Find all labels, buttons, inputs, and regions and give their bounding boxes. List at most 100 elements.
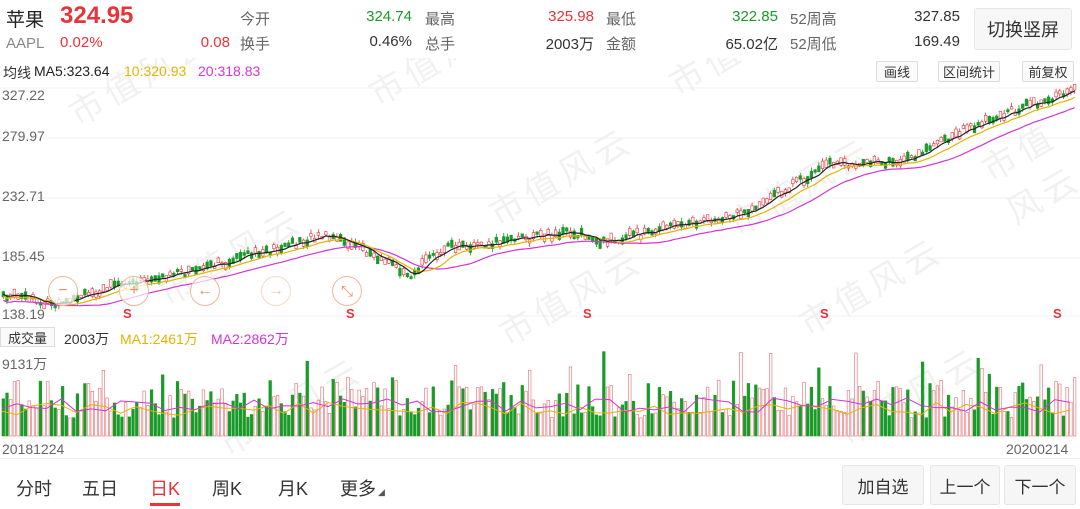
tab-monthly-k[interactable]: 月K bbox=[278, 475, 308, 501]
volume-bar bbox=[257, 398, 261, 437]
week52-low-label: 52周低 bbox=[790, 36, 837, 53]
volume-bar bbox=[94, 400, 98, 437]
tab-daily-k[interactable]: 日K bbox=[150, 475, 180, 501]
volume-chart[interactable] bbox=[0, 350, 1080, 438]
candle bbox=[109, 279, 113, 288]
volume-bar bbox=[921, 361, 925, 437]
volume-bar bbox=[335, 382, 339, 437]
candle bbox=[383, 258, 387, 265]
candle bbox=[394, 264, 398, 268]
volume-bar bbox=[116, 414, 120, 437]
end-date-label: 20200214 bbox=[1006, 441, 1069, 457]
volume-bar bbox=[657, 387, 662, 437]
scroll-right-button[interactable]: → bbox=[261, 276, 291, 306]
volume-bar bbox=[264, 405, 269, 437]
collapse-button[interactable]: ⤡ bbox=[332, 276, 362, 306]
candle bbox=[865, 159, 869, 163]
candle bbox=[520, 233, 524, 238]
high-label: 最高 bbox=[425, 11, 456, 28]
volume-bar bbox=[639, 417, 643, 437]
candle bbox=[958, 131, 962, 140]
volume-bar bbox=[857, 386, 862, 437]
candle bbox=[635, 227, 639, 234]
volume-bar bbox=[172, 417, 176, 437]
tab-five-day[interactable]: 五日 bbox=[82, 475, 118, 501]
signal-mark: S bbox=[346, 306, 355, 321]
kline-axis-label: 138.19 bbox=[2, 306, 45, 322]
next-stock-button[interactable]: 下一个 bbox=[1004, 465, 1076, 505]
candle bbox=[761, 197, 765, 206]
collapse-arrows-icon: ⤡ bbox=[340, 282, 353, 300]
volume-bar bbox=[242, 392, 246, 437]
volume-bar bbox=[353, 406, 358, 437]
candle bbox=[839, 157, 843, 166]
kline-axis-label: 185.45 bbox=[2, 248, 45, 264]
candle bbox=[624, 234, 628, 239]
kline-chart[interactable] bbox=[0, 82, 1080, 324]
volume-bar bbox=[90, 390, 94, 437]
volume-bar bbox=[869, 401, 873, 437]
volume-bar bbox=[739, 352, 743, 437]
candle bbox=[754, 205, 758, 210]
volume-bar bbox=[598, 415, 602, 437]
candle bbox=[909, 155, 914, 158]
volume-bar bbox=[420, 401, 424, 437]
tab-more[interactable]: 更多 bbox=[340, 475, 376, 501]
volume-bar bbox=[613, 416, 617, 437]
previous-stock-button[interactable]: 上一个 bbox=[930, 465, 1000, 505]
volume-bar bbox=[702, 397, 706, 437]
volume-bar bbox=[387, 408, 391, 437]
switch-portrait-button[interactable]: 切换竖屏 bbox=[974, 8, 1072, 50]
volume-bar bbox=[883, 400, 888, 437]
volume-bar bbox=[698, 412, 702, 437]
candle bbox=[209, 260, 213, 267]
candle bbox=[694, 220, 699, 229]
volume-bar bbox=[909, 417, 914, 437]
candle bbox=[609, 232, 613, 241]
volume-bar bbox=[472, 403, 476, 437]
volume-bar bbox=[813, 409, 817, 437]
ma5-value: MA5:323.64 bbox=[34, 63, 110, 79]
tab-intraday[interactable]: 分时 bbox=[16, 475, 52, 501]
range-stats-button[interactable]: 区间统计 bbox=[938, 61, 1000, 82]
candle bbox=[921, 151, 925, 156]
volume-bar bbox=[954, 397, 958, 437]
volume-bar bbox=[765, 388, 769, 437]
volume-bar bbox=[843, 412, 847, 437]
open-value: 324.74 bbox=[366, 8, 412, 25]
volume-indicator-button[interactable]: 成交量 bbox=[0, 327, 55, 347]
candle bbox=[409, 276, 413, 279]
zoom-out-button[interactable]: − bbox=[48, 276, 78, 306]
candle bbox=[906, 151, 910, 161]
volume-bar bbox=[624, 401, 628, 437]
draw-line-button[interactable]: 画线 bbox=[876, 61, 918, 82]
volume-bar bbox=[1009, 417, 1014, 437]
adjust-price-button[interactable]: 前复权 bbox=[1022, 61, 1074, 82]
volume-bar bbox=[294, 383, 298, 437]
volume-bar bbox=[946, 394, 951, 437]
candle bbox=[984, 115, 988, 122]
zoom-in-button[interactable]: + bbox=[119, 276, 149, 306]
volume-bar bbox=[79, 410, 83, 437]
scroll-left-button[interactable]: ← bbox=[190, 276, 220, 306]
volume-bar bbox=[513, 407, 517, 437]
candle bbox=[450, 239, 454, 248]
kline-svg bbox=[0, 82, 1080, 317]
tab-weekly-k[interactable]: 周K bbox=[212, 475, 242, 501]
add-watchlist-button[interactable]: 加自选 bbox=[842, 465, 924, 505]
volume-bar bbox=[583, 411, 587, 437]
volume-bar bbox=[1002, 411, 1006, 437]
volume-current: 2003万 bbox=[64, 331, 110, 347]
volume-bar bbox=[902, 402, 906, 437]
volume-bar bbox=[383, 388, 387, 437]
candle bbox=[717, 218, 721, 224]
candle bbox=[442, 245, 447, 253]
volume-bar bbox=[932, 390, 936, 437]
candle bbox=[235, 253, 239, 259]
volume-bar bbox=[190, 398, 194, 437]
volume-bar bbox=[42, 405, 46, 437]
volume-bar bbox=[9, 399, 13, 437]
volume-bar bbox=[201, 389, 206, 437]
volume-bar bbox=[631, 400, 636, 437]
volume-bar bbox=[398, 415, 402, 437]
